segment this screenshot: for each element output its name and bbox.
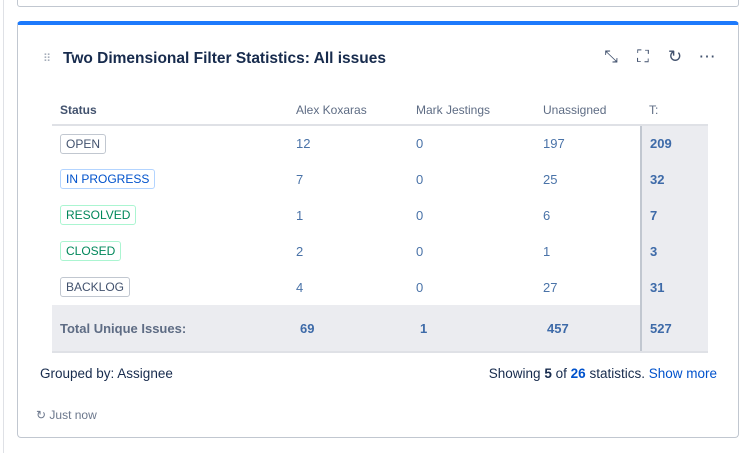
count-cell[interactable]: 0 [408, 269, 535, 305]
count-cell[interactable]: 27 [535, 269, 641, 305]
count-cell[interactable]: 1 [535, 233, 641, 269]
showing-summary: Showing 5 of 26 statistics. Show more [488, 366, 717, 381]
row-total[interactable]: 31 [640, 269, 708, 305]
header-mark: Mark Jestings [408, 95, 535, 126]
last-updated: ↻ Just now [36, 408, 97, 422]
column-total[interactable]: 1 [408, 305, 535, 353]
count-cell[interactable]: 4 [288, 269, 408, 305]
gadget-title: Two Dimensional Filter Statistics: All i… [63, 50, 386, 67]
count-cell[interactable]: 0 [408, 161, 535, 197]
totals-row: Total Unique Issues: 69 1 457 527 [52, 305, 708, 353]
gadget-card: ⠿ Two Dimensional Filter Statistics: All… [17, 21, 739, 438]
table-row: CLOSED 2 0 1 3 [52, 233, 708, 269]
refresh-small-icon: ↻ [36, 408, 47, 422]
row-total[interactable]: 209 [640, 125, 708, 161]
refresh-icon[interactable]: ↻ [666, 47, 684, 67]
status-lozenge: RESOLVED [60, 205, 137, 225]
header-total: T: [641, 95, 708, 126]
count-cell[interactable]: 197 [535, 125, 641, 161]
count-cell[interactable]: 0 [408, 197, 535, 233]
table-row: RESOLVED 1 0 6 7 [52, 197, 708, 233]
header-unassigned: Unassigned [535, 95, 641, 126]
status-lozenge: IN PROGRESS [60, 169, 156, 189]
table-row: BACKLOG 4 0 27 31 [52, 269, 708, 305]
count-cell[interactable]: 7 [288, 161, 408, 197]
grouped-by: Grouped by: Assignee [40, 366, 173, 381]
count-cell[interactable]: 25 [535, 161, 641, 197]
page-divider [3, 0, 4, 453]
column-total[interactable]: 69 [288, 305, 408, 353]
total-count[interactable]: 26 [571, 366, 586, 381]
column-total[interactable]: 457 [535, 305, 641, 353]
statistics-table: Status Alex Koxaras Mark Jestings Unassi… [52, 95, 708, 353]
table-row: OPEN 12 0 197 209 [52, 125, 708, 161]
totals-label: Total Unique Issues: [52, 305, 288, 353]
show-more-link[interactable]: Show more [649, 366, 717, 381]
count-cell[interactable]: 2 [288, 233, 408, 269]
more-icon[interactable]: ⋯ [698, 47, 716, 67]
table-row: IN PROGRESS 7 0 25 32 [52, 161, 708, 197]
row-total[interactable]: 3 [640, 233, 708, 269]
header-status: Status [52, 95, 288, 126]
grand-total[interactable]: 527 [640, 305, 708, 353]
status-lozenge: OPEN [60, 133, 107, 154]
count-cell[interactable]: 6 [535, 197, 641, 233]
count-cell[interactable]: 0 [408, 233, 535, 269]
drag-handle-icon[interactable]: ⠿ [43, 52, 51, 65]
status-lozenge: CLOSED [60, 241, 122, 261]
count-cell[interactable]: 1 [288, 197, 408, 233]
count-cell[interactable]: 12 [288, 125, 408, 161]
fullscreen-icon[interactable]: ⛶ [634, 47, 652, 67]
minimize-icon[interactable]: ⤡ [602, 47, 620, 67]
status-lozenge: BACKLOG [60, 277, 131, 297]
row-total[interactable]: 32 [640, 161, 708, 197]
previous-gadget-card [17, 0, 739, 7]
header-alex: Alex Koxaras [288, 95, 408, 126]
count-cell[interactable]: 0 [408, 125, 535, 161]
row-total[interactable]: 7 [640, 197, 708, 233]
